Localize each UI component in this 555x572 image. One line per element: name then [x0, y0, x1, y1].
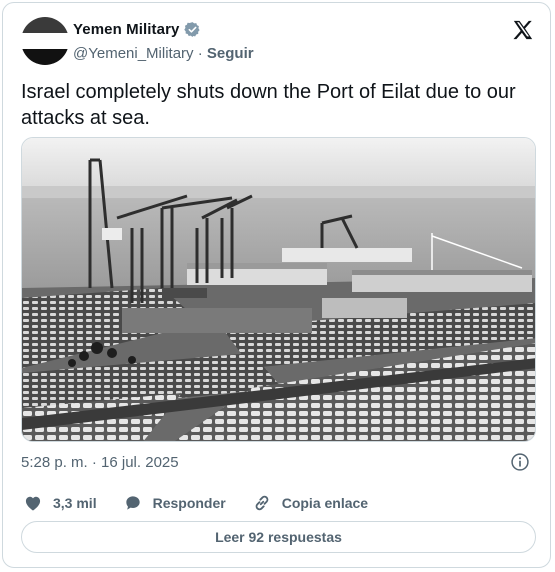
handle-separator: · [197, 45, 203, 62]
action-bar: 3,3 mil Responder Copia enlace [23, 493, 394, 513]
like-count: 3,3 mil [53, 495, 97, 511]
like-button[interactable]: 3,3 mil [23, 493, 97, 513]
x-logo-icon[interactable] [512, 19, 534, 41]
author-display-name[interactable]: Yemen Military [73, 21, 179, 38]
follow-link[interactable]: Seguir [207, 45, 254, 62]
heart-icon [25, 496, 41, 511]
reply-bubble-icon [125, 496, 140, 510]
copy-link-button[interactable]: Copia enlace [252, 493, 368, 513]
verified-badge-icon [184, 22, 201, 37]
post-text: Israel completely shuts down the Port of… [21, 81, 516, 129]
reply-label: Responder [152, 495, 226, 511]
copy-link-label: Copia enlace [281, 495, 369, 511]
author-handle[interactable]: @Yemeni_Military [73, 45, 194, 62]
author-name-row: Yemen Military [73, 21, 201, 38]
read-replies-button[interactable]: Leer 92 respuestas [21, 521, 536, 553]
port-photo [22, 138, 535, 441]
post-timestamp[interactable]: 5:28 p. m. · 16 jul. 2025 [21, 454, 179, 471]
author-handle-row: @Yemeni_Military · Seguir [73, 45, 254, 62]
post-image[interactable] [21, 137, 536, 442]
avatar[interactable] [21, 17, 69, 65]
reply-button[interactable]: Responder [123, 493, 226, 513]
link-icon [255, 495, 269, 511]
info-icon[interactable] [510, 452, 530, 472]
post-card: Yemen Military @Yemeni_Military · Seguir… [2, 2, 551, 568]
